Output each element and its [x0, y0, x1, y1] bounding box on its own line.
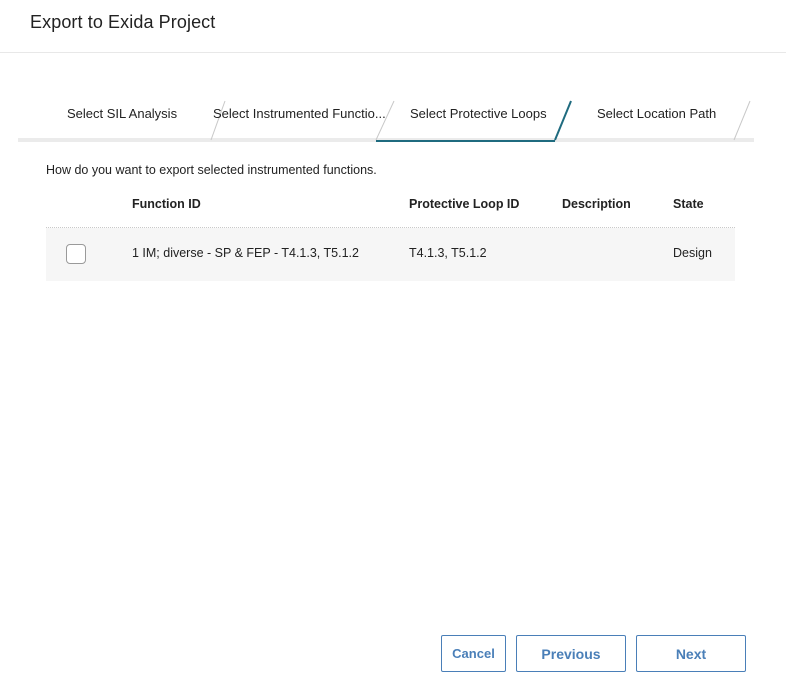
column-function-id[interactable]: Function ID: [132, 197, 201, 211]
cell-protective-loop-id: T4.1.3, T5.1.2: [409, 246, 487, 260]
row-select-checkbox[interactable]: [66, 244, 86, 264]
step-select-instrumented-functions[interactable]: Select Instrumented Functio...: [213, 106, 386, 121]
dialog-title: Export to Exida Project: [30, 12, 216, 32]
previous-button[interactable]: Previous: [516, 635, 626, 672]
step-select-location-path[interactable]: Select Location Path: [597, 106, 716, 121]
export-dialog: Export to Exida Project Select SIL Analy…: [0, 0, 786, 687]
functions-table: Function ID Protective Loop ID Descripti…: [46, 192, 735, 281]
dialog-header: Export to Exida Project: [0, 0, 786, 53]
cell-function-id: 1 IM; diverse - SP & FEP - T4.1.3, T5.1.…: [132, 246, 359, 260]
cell-state: Design: [673, 246, 712, 260]
column-description[interactable]: Description: [562, 197, 631, 211]
next-button[interactable]: Next: [636, 635, 746, 672]
table-header: Function ID Protective Loop ID Descripti…: [46, 192, 735, 228]
step-select-protective-loops[interactable]: Select Protective Loops: [410, 106, 547, 121]
wizard-stepper: Select SIL Analysis Select Instrumented …: [18, 96, 754, 144]
table-row[interactable]: 1 IM; diverse - SP & FEP - T4.1.3, T5.1.…: [46, 228, 735, 281]
step-select-sil-analysis[interactable]: Select SIL Analysis: [67, 106, 177, 121]
export-prompt: How do you want to export selected instr…: [46, 163, 377, 177]
cancel-button[interactable]: Cancel: [441, 635, 506, 672]
column-state[interactable]: State: [673, 197, 704, 211]
column-protective-loop-id[interactable]: Protective Loop ID: [409, 197, 519, 211]
